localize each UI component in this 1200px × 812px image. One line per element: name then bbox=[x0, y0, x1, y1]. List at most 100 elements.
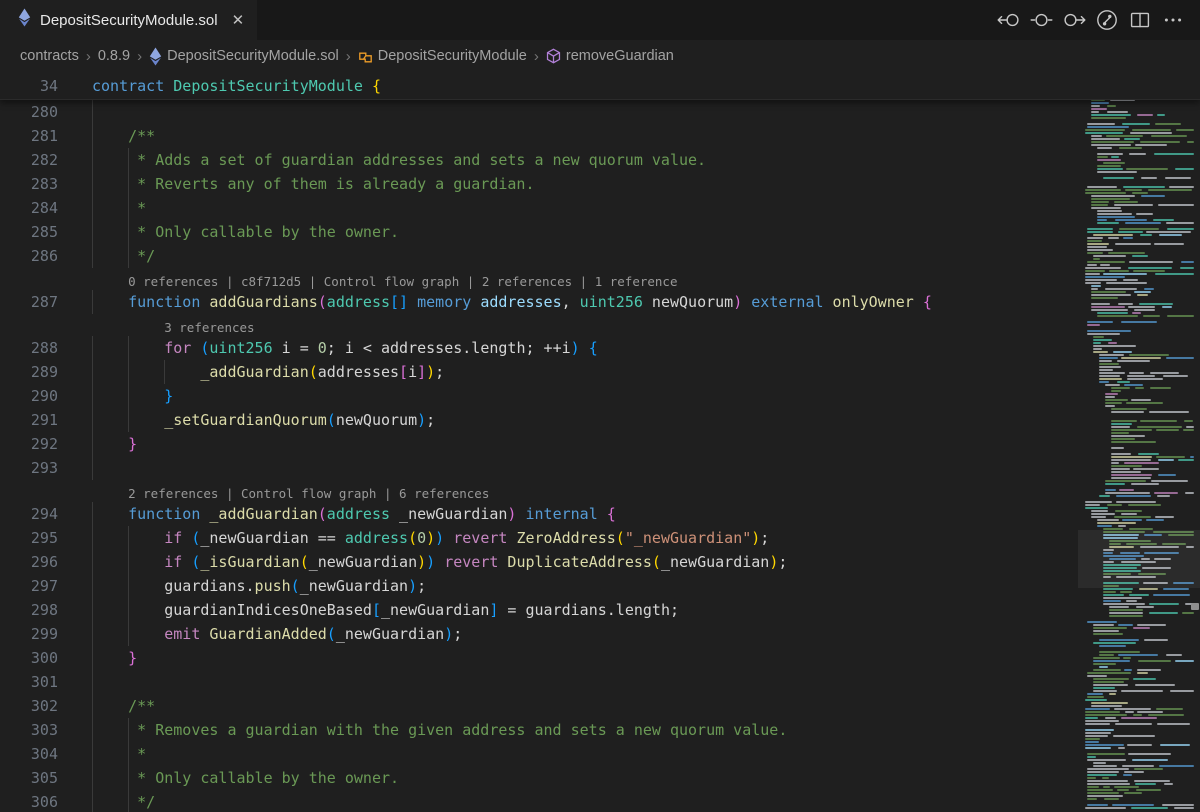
line-number[interactable]: 298 bbox=[0, 601, 58, 619]
code-line-288[interactable]: 288for (uint256 i = 0; i < addresses.len… bbox=[0, 336, 1078, 360]
line-number: 34 bbox=[0, 77, 58, 95]
tab-title: DepositSecurityModule.sol bbox=[40, 12, 218, 29]
code-line-294[interactable]: 294 function _addGuardian(address _newGua… bbox=[0, 502, 1078, 526]
code-text: if (_isGuardian(_newGuardian)) revert Du… bbox=[164, 550, 787, 574]
line-number[interactable]: 282 bbox=[0, 151, 58, 169]
code-line-282[interactable]: 282 * Adds a set of guardian addresses a… bbox=[0, 148, 1078, 172]
line-number[interactable]: 285 bbox=[0, 223, 58, 241]
code-line-293[interactable]: 293 bbox=[0, 456, 1078, 480]
code-line-280[interactable]: 280 bbox=[0, 100, 1078, 124]
line-number[interactable]: 304 bbox=[0, 745, 58, 763]
minimap-line bbox=[1091, 207, 1121, 209]
code-line-305[interactable]: 305 * Only callable by the owner. bbox=[0, 766, 1078, 790]
nav-forward-icon[interactable] bbox=[1061, 7, 1087, 33]
code-line-304[interactable]: 304 * bbox=[0, 742, 1078, 766]
line-number[interactable]: 290 bbox=[0, 387, 58, 405]
minimap-line bbox=[1087, 672, 1131, 674]
code-line-296[interactable]: 296 if (_isGuardian(_newGuardian)) revert… bbox=[0, 550, 1078, 574]
line-number[interactable]: 286 bbox=[0, 247, 58, 265]
code-line-290[interactable]: 290} bbox=[0, 384, 1078, 408]
split-editor-icon[interactable] bbox=[1127, 7, 1153, 33]
minimap-line bbox=[1087, 783, 1130, 785]
code-token: onlyOwner bbox=[824, 293, 914, 311]
code-line-292[interactable]: 292} bbox=[0, 432, 1078, 456]
code-text: * bbox=[128, 196, 146, 220]
minimap-line bbox=[1103, 786, 1110, 788]
code-line-298[interactable]: 298guardianIndicesOneBased[_newGuardian]… bbox=[0, 598, 1078, 622]
minimap[interactable] bbox=[1078, 72, 1200, 812]
code-line-297[interactable]: 297guardians.push(_newGuardian); bbox=[0, 574, 1078, 598]
line-number[interactable]: 305 bbox=[0, 769, 58, 787]
minimap-line bbox=[1111, 429, 1152, 431]
minimap-line bbox=[1106, 135, 1143, 137]
line-number[interactable]: 300 bbox=[0, 649, 58, 667]
line-number[interactable]: 294 bbox=[0, 505, 58, 523]
line-number[interactable]: 284 bbox=[0, 199, 58, 217]
nav-position-icon[interactable] bbox=[1028, 7, 1054, 33]
line-number[interactable]: 280 bbox=[0, 103, 58, 121]
line-number[interactable]: 296 bbox=[0, 553, 58, 571]
code-line-302[interactable]: 302/** bbox=[0, 694, 1078, 718]
line-number[interactable]: 288 bbox=[0, 339, 58, 357]
code-line-306[interactable]: 306 */ bbox=[0, 790, 1078, 812]
code-line-291[interactable]: 291_setGuardianQuorum(newQuorum); bbox=[0, 408, 1078, 432]
minimap-line bbox=[1134, 291, 1151, 293]
code-line-286[interactable]: 286 */ bbox=[0, 244, 1078, 268]
codelens-row: 2 references | Control flow graph | 6 re… bbox=[0, 480, 1078, 502]
code-token: addresses bbox=[471, 293, 561, 311]
code-line-295[interactable]: 295if (_newGuardian == address(0)) rever… bbox=[0, 526, 1078, 550]
minimap-line bbox=[1097, 159, 1121, 161]
code-text: _addGuardian(addresses[i]); bbox=[200, 360, 444, 384]
minimap-line bbox=[1116, 501, 1156, 503]
code-line-285[interactable]: 285 * Only callable by the owner. bbox=[0, 220, 1078, 244]
code-line-300[interactable]: 300} bbox=[0, 646, 1078, 670]
line-number[interactable]: 291 bbox=[0, 411, 58, 429]
codelens-links[interactable]: 3 references bbox=[164, 320, 254, 335]
line-number[interactable]: 306 bbox=[0, 793, 58, 811]
line-number[interactable]: 293 bbox=[0, 459, 58, 477]
flow-graph-icon[interactable] bbox=[1094, 7, 1120, 33]
code-line-281[interactable]: 281/** bbox=[0, 124, 1078, 148]
breadcrumb-item-0-8-9[interactable]: 0.8.9 bbox=[98, 48, 130, 64]
line-number[interactable]: 292 bbox=[0, 435, 58, 453]
minimap-line bbox=[1085, 735, 1108, 737]
code-text: function _addGuardian(address _newGuardi… bbox=[128, 502, 616, 526]
code-line-283[interactable]: 283 * Reverts any of them is already a g… bbox=[0, 172, 1078, 196]
tab-depositsecuritymodule[interactable]: DepositSecurityModule.sol ✕ bbox=[0, 0, 258, 40]
minimap-line bbox=[1150, 372, 1179, 374]
line-number[interactable]: 302 bbox=[0, 697, 58, 715]
breadcrumb-item-removeguardian[interactable]: removeGuardian bbox=[546, 48, 674, 64]
breadcrumb-item-depositsecuritymodule[interactable]: DepositSecurityModule bbox=[358, 48, 527, 64]
line-number[interactable]: 297 bbox=[0, 577, 58, 595]
line-number[interactable]: 281 bbox=[0, 127, 58, 145]
nav-back-icon[interactable] bbox=[995, 7, 1021, 33]
code-line-299[interactable]: 299emit GuardianAdded(_newGuardian); bbox=[0, 622, 1078, 646]
code-line-284[interactable]: 284 * bbox=[0, 196, 1078, 220]
minimap-line bbox=[1148, 189, 1192, 191]
line-number[interactable]: 289 bbox=[0, 363, 58, 381]
codelens-links[interactable]: 0 references | c8f712d5 | Control flow g… bbox=[128, 274, 677, 289]
line-number[interactable]: 299 bbox=[0, 625, 58, 643]
minimap-line bbox=[1099, 378, 1122, 380]
code-line-301[interactable]: 301 bbox=[0, 670, 1078, 694]
more-actions-icon[interactable] bbox=[1160, 7, 1186, 33]
codelens-links[interactable]: 2 references | Control flow graph | 6 re… bbox=[128, 486, 489, 501]
code-line-287[interactable]: 287function addGuardians(address[] memor… bbox=[0, 290, 1078, 314]
line-number[interactable]: 301 bbox=[0, 673, 58, 691]
minimap-line bbox=[1170, 690, 1194, 692]
line-number[interactable]: 303 bbox=[0, 721, 58, 739]
breadcrumb-item-contracts[interactable]: contracts bbox=[20, 48, 79, 64]
code-line-289[interactable]: 289 _addGuardian(addresses[i]); bbox=[0, 360, 1078, 384]
code-area[interactable]: 280 281/**282 * Adds a set of guardian ad… bbox=[0, 100, 1078, 812]
sticky-scroll-line[interactable]: 34 contract DepositSecurityModule { bbox=[0, 72, 1200, 100]
close-icon[interactable]: ✕ bbox=[228, 11, 249, 30]
minimap-line bbox=[1085, 720, 1119, 722]
line-number[interactable]: 283 bbox=[0, 175, 58, 193]
line-number[interactable]: 295 bbox=[0, 529, 58, 547]
minimap-line bbox=[1093, 345, 1136, 347]
minimap-line bbox=[1093, 660, 1130, 662]
breadcrumb-item-depositsecuritymodule-sol[interactable]: DepositSecurityModule.sol bbox=[149, 47, 339, 66]
minimap-slider[interactable] bbox=[1078, 530, 1200, 588]
line-number[interactable]: 287 bbox=[0, 293, 58, 311]
code-line-303[interactable]: 303 * Removes a guardian with the given … bbox=[0, 718, 1078, 742]
